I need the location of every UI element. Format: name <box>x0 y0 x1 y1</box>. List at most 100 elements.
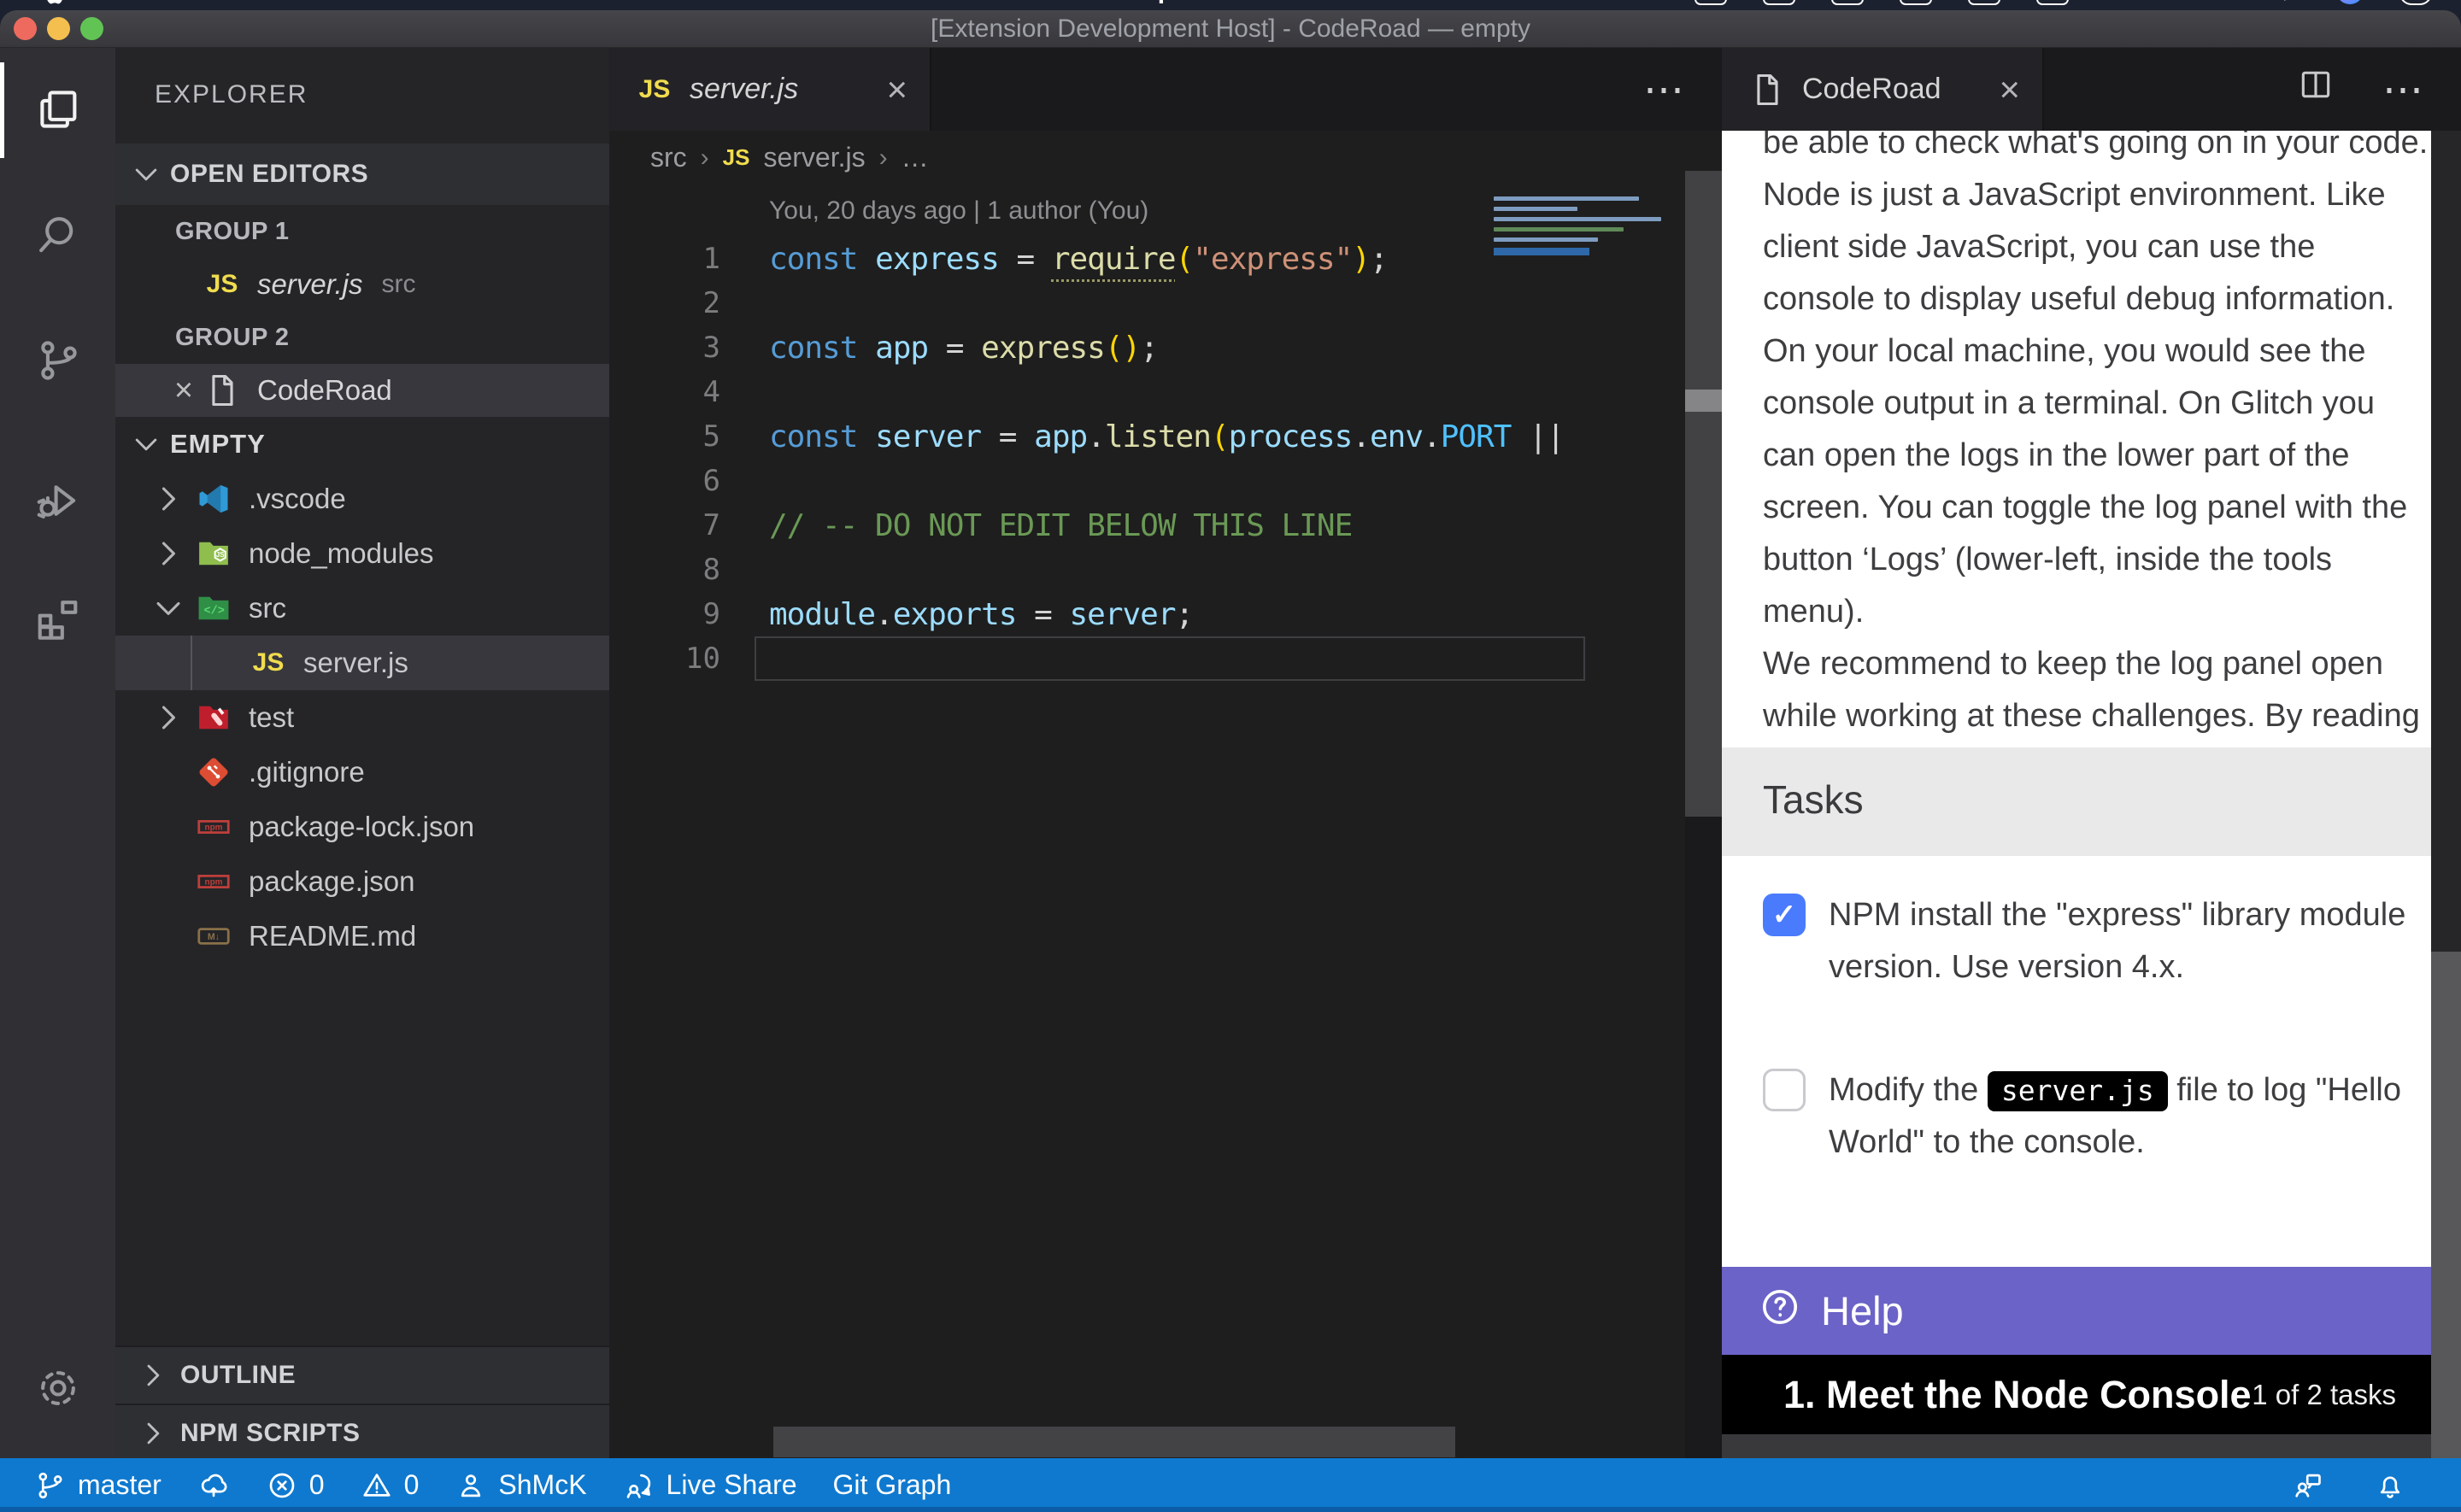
menu-item-view[interactable]: View <box>558 0 616 5</box>
sidebar-title: EXPLORER <box>155 80 308 109</box>
panel-scrollbar-track[interactable] <box>1685 171 1722 817</box>
open-editors-group-label[interactable]: GROUP 2 <box>115 311 609 364</box>
code-line-9[interactable]: 9module.exports = server; <box>609 592 1722 636</box>
tree-item--gitignore[interactable]: .gitignore <box>115 745 609 800</box>
tree-item--vscode[interactable]: .vscode <box>115 472 609 526</box>
menubar-battery-icon[interactable] <box>2036 0 2069 5</box>
apple-logo-icon[interactable] <box>34 0 68 8</box>
help-bar[interactable]: Help <box>1722 1267 2461 1355</box>
code-line-7[interactable]: 7// -- DO NOT EDIT BELOW THIS LINE <box>609 503 1722 548</box>
title-bar[interactable]: [Extension Development Host] - CodeRoad … <box>0 10 2461 48</box>
activity-bar-run-debug[interactable] <box>0 449 115 552</box>
tree-item-test[interactable]: test <box>115 690 609 745</box>
git-branch-status[interactable]: master <box>34 1469 162 1502</box>
tree-item-src[interactable]: </>src <box>115 581 609 636</box>
activity-bar-source-control[interactable] <box>0 309 115 412</box>
code-editor[interactable]: You, 20 days ago | 1 author (You) 1const… <box>609 185 1722 1458</box>
breadcrumb-symbol[interactable]: … <box>902 142 929 173</box>
panel-scrollbar-thumb[interactable] <box>1685 390 1722 412</box>
webview-scrollbar-thumb[interactable] <box>2431 952 2461 1458</box>
split-editor-icon[interactable] <box>2297 66 2335 114</box>
menubar-shortcuts-icon[interactable] <box>1763 0 1795 5</box>
control-center-icon[interactable] <box>2399 0 2432 5</box>
activity-bar-settings[interactable] <box>0 1337 115 1439</box>
tab-server-js[interactable]: JS server.js × <box>609 48 931 131</box>
code-line-8[interactable]: 8 <box>609 548 1722 592</box>
menubar-stats-icon[interactable] <box>1900 0 1932 5</box>
notifications-status[interactable] <box>2374 1469 2406 1502</box>
account-status[interactable]: ShMcK <box>455 1469 586 1502</box>
activity-bar-extensions[interactable] <box>0 568 115 671</box>
siri-icon[interactable] <box>2336 0 2364 4</box>
close-tab-icon[interactable]: × <box>1999 69 2020 110</box>
live-share-status[interactable]: Live Share <box>623 1469 797 1502</box>
errors-status[interactable]: 0 <box>266 1469 325 1502</box>
breadcrumb-folder[interactable]: src <box>650 142 687 173</box>
menubar-keyboard-icon[interactable] <box>1831 0 1864 5</box>
menu-item-code[interactable]: Code <box>116 0 180 5</box>
webview-scrollbar-track[interactable] <box>2431 131 2461 952</box>
codelens-annotation[interactable]: You, 20 days ago | 1 author (You) <box>769 196 1148 226</box>
close-editor-icon[interactable]: × <box>165 372 203 409</box>
breadcrumb-file[interactable]: server.js <box>763 142 865 173</box>
spotlight-icon[interactable]: ⌕ <box>2284 0 2300 8</box>
code-line-5[interactable]: 5const server = app.listen(process.env.P… <box>609 414 1722 459</box>
menubar-screen-mirroring-icon[interactable] <box>1695 0 1727 5</box>
code-line-10[interactable]: 10 <box>609 636 1722 681</box>
feedback-status[interactable] <box>2292 1469 2324 1502</box>
code-line-6[interactable]: 6 <box>609 459 1722 503</box>
activity-bar-search[interactable] <box>0 184 115 286</box>
tree-item-label: README.md <box>249 920 416 952</box>
menu-item-window[interactable]: Window <box>977 0 1075 5</box>
menubar-display-icon[interactable] <box>1968 0 2000 5</box>
menu-item-file[interactable]: File <box>223 0 267 5</box>
code-line-2[interactable]: 2 <box>609 281 1722 325</box>
minimap[interactable] <box>1494 196 1589 255</box>
open-editor-item-coderoad[interactable]: ×CodeRoad <box>115 364 609 417</box>
breadcrumb-separator: › <box>701 144 709 173</box>
editor-more-actions-icon[interactable]: ⋯ <box>1643 66 1684 114</box>
menu-item-run[interactable]: Run <box>737 0 786 5</box>
warnings-status[interactable]: 0 <box>361 1469 420 1502</box>
tree-item-package-lock-json[interactable]: npmpackage-lock.json <box>115 800 609 854</box>
vscode-icon <box>194 479 233 519</box>
menu-item-terminal[interactable]: Terminal <box>830 0 935 5</box>
sidebar-section-outline[interactable]: OUTLINE <box>115 1345 609 1404</box>
code-line-3[interactable]: 3const app = express(); <box>609 325 1722 370</box>
code-line-4[interactable]: 4 <box>609 370 1722 414</box>
task-checkbox[interactable]: ✓ <box>1763 894 1806 936</box>
open-editors-header[interactable]: OPEN EDITORS <box>115 144 609 205</box>
chevron-right-icon <box>150 535 187 572</box>
horizontal-scrollbar[interactable] <box>773 1427 1455 1457</box>
publish-sync-status[interactable] <box>197 1469 230 1502</box>
open-editors-group-label[interactable]: GROUP 1 <box>115 205 609 258</box>
panel-more-actions-icon[interactable]: ⋯ <box>2382 66 2423 114</box>
menu-item-selection[interactable]: Selection <box>401 0 514 5</box>
line-number: 6 <box>609 464 720 498</box>
editor-group: JS server.js × ⋯ src › JS server.js › … … <box>609 48 1722 1458</box>
tree-item-package-json[interactable]: npmpackage.json <box>115 854 609 909</box>
activity-bar-explorer[interactable] <box>0 59 115 161</box>
folder-section-empty[interactable]: EMPTY <box>115 417 609 472</box>
menu-item-go[interactable]: Go <box>659 0 695 5</box>
sidebar-section-npm-scripts[interactable]: NPM SCRIPTS <box>115 1404 609 1458</box>
menu-item-help[interactable]: Help <box>1118 0 1173 5</box>
source-control-icon <box>33 336 83 385</box>
lesson-footer[interactable]: 1. Meet the Node Console 1 of 2 tasks <box>1722 1355 2461 1434</box>
macos-menu-bar: Code File Edit Selection View Go Run Terminal Wi… <box>0 0 2461 10</box>
tree-item-label: src <box>249 592 286 624</box>
menubar-clock[interactable]: Sat 9:40 PM <box>2105 0 2248 5</box>
open-editor-item-server-js[interactable]: JSserver.jssrc <box>115 258 609 311</box>
menu-item-edit[interactable]: Edit <box>310 0 359 5</box>
webview-footer-strip <box>1722 1434 2461 1458</box>
tree-item-server-js[interactable]: JSserver.js <box>115 636 609 690</box>
task-checkbox[interactable] <box>1763 1069 1806 1111</box>
close-tab-icon[interactable]: × <box>886 69 907 110</box>
breadcrumb[interactable]: src › JS server.js › … <box>609 131 1722 185</box>
tab-coderoad[interactable]: CodeRoad × <box>1722 48 2044 131</box>
folder-section-label: EMPTY <box>170 429 266 460</box>
tree-item-readme-md[interactable]: M↓README.md <box>115 909 609 964</box>
status-bar-edge <box>0 1507 2461 1512</box>
git-graph-status[interactable]: Git Graph <box>833 1469 952 1501</box>
tree-item-node_modules[interactable]: JSnode_modules <box>115 526 609 581</box>
